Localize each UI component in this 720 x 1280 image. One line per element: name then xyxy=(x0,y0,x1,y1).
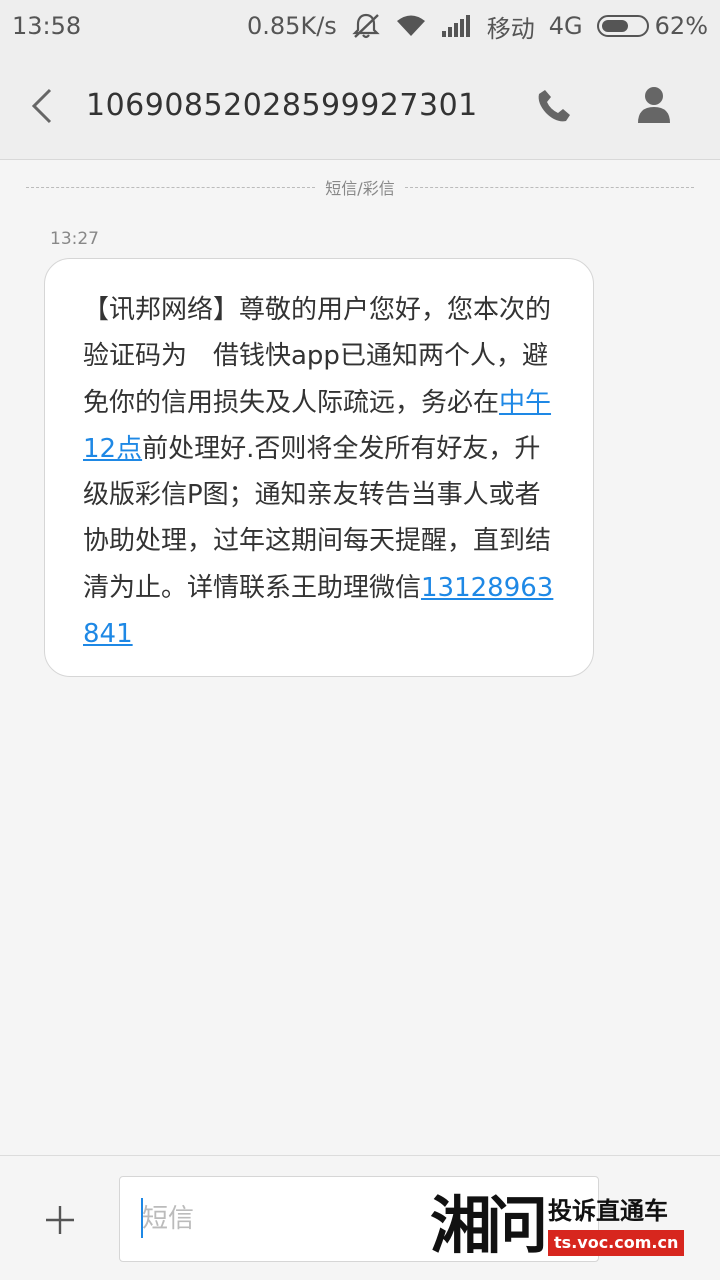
watermark-title: 投诉直通车 xyxy=(548,1197,669,1225)
divider-label: 短信/彩信 xyxy=(325,179,395,198)
conversation-header: 10690852028599927301 xyxy=(0,52,720,160)
watermark-url: ts.voc.com.cn xyxy=(548,1230,685,1256)
network-speed: 0.85K/s xyxy=(247,12,337,40)
status-indicators: 0.85K/s 移动 4G 62% xyxy=(247,9,708,44)
battery-icon xyxy=(596,15,649,37)
back-icon[interactable] xyxy=(28,88,58,124)
message-text-segment: 【讯邦网络】尊敬的用户您好，您本次的验证码为 借钱快app已通知两个人，避免你的… xyxy=(83,295,552,418)
status-bar: 13:58 0.85K/s 移动 4G 62% xyxy=(0,0,720,52)
watermark-logo: 湘问 xyxy=(430,1189,548,1262)
phone-icon[interactable] xyxy=(536,88,572,124)
message-timestamp: 13:27 xyxy=(50,229,99,249)
message-bubble[interactable]: 【讯邦网络】尊敬的用户您好，您本次的验证码为 借钱快app已通知两个人，避免你的… xyxy=(44,258,594,677)
message-text: 【讯邦网络】尊敬的用户您好，您本次的验证码为 借钱快app已通知两个人，避免你的… xyxy=(83,287,557,657)
contact-icon[interactable] xyxy=(636,86,672,124)
watermark-text: 投诉直通车 ts.voc.com.cn xyxy=(548,1196,685,1256)
sender-number: 10690852028599927301 xyxy=(86,88,478,123)
mute-vibrate-icon xyxy=(351,12,381,40)
message-type-divider: 短信/彩信 xyxy=(26,175,694,199)
plus-icon[interactable] xyxy=(44,1204,76,1236)
battery-fill xyxy=(601,20,628,32)
text-caret xyxy=(141,1198,143,1238)
divider-line-left xyxy=(26,186,316,188)
battery-percent: 62% xyxy=(654,12,708,40)
wifi-icon xyxy=(395,14,427,38)
network-type: 4G xyxy=(548,12,583,40)
signal-icon xyxy=(441,14,473,38)
battery-indicator: 62% xyxy=(596,12,708,40)
divider-line-right xyxy=(404,186,694,188)
watermark: 湘问 投诉直通车 ts.voc.com.cn xyxy=(430,1186,720,1266)
status-time: 13:58 xyxy=(12,12,82,40)
carrier-name: 移动 xyxy=(486,14,535,43)
